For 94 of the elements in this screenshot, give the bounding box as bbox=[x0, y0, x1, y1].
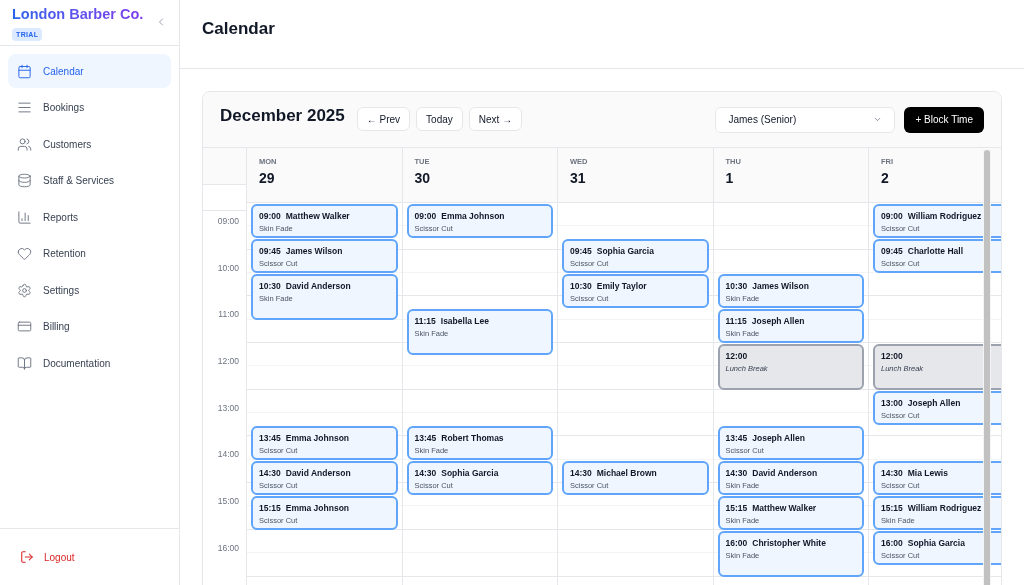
event-time: 13:45 bbox=[725, 431, 748, 444]
event-time: 09:45 bbox=[259, 245, 281, 257]
sidebar-item[interactable]: Customers bbox=[8, 127, 171, 161]
event-time: 13:00 bbox=[881, 396, 903, 409]
event-time: 14:30 bbox=[259, 466, 281, 479]
customer-name: Joseph Allen bbox=[752, 431, 805, 444]
customer-name: Emily Taylor bbox=[596, 280, 647, 293]
next-button[interactable]: Next → bbox=[468, 107, 523, 131]
customer-name: James Wilson bbox=[285, 245, 343, 257]
hour-label: 09:00 bbox=[217, 215, 239, 228]
event-time: 12:00 bbox=[725, 350, 749, 363]
database-icon bbox=[17, 173, 32, 188]
prev-button[interactable]: ← Prev bbox=[356, 107, 411, 131]
customer-name: Joseph Allen bbox=[907, 396, 961, 409]
event-time: 14:30 bbox=[881, 466, 903, 479]
page-title: Calendar bbox=[202, 18, 275, 40]
hour-label: 13:00 bbox=[217, 401, 239, 415]
card-icon bbox=[17, 319, 32, 334]
sidebar-item[interactable]: Billing bbox=[8, 309, 171, 344]
customer-name: Isabella Lee bbox=[440, 315, 489, 328]
hour-label: 15:00 bbox=[217, 495, 239, 508]
event-time: 11:15 bbox=[725, 315, 747, 328]
day-number: 31 bbox=[570, 169, 587, 187]
event-time: 11:15 bbox=[414, 315, 436, 328]
event-time: 10:30 bbox=[725, 280, 748, 293]
customer-name: Emma Johnson bbox=[285, 431, 350, 444]
customer-name: William Rodriguez bbox=[907, 210, 982, 222]
event-time: 15:15 bbox=[725, 501, 748, 514]
customer-name: Emma Johnson bbox=[441, 210, 505, 222]
customer-name: David Anderson bbox=[285, 466, 351, 479]
event-time: 15:15 bbox=[259, 501, 281, 514]
sidebar-item[interactable]: Staff & Services bbox=[8, 163, 171, 198]
sidebar-item[interactable]: Documentation bbox=[8, 346, 171, 380]
hour-label: 14:00 bbox=[217, 448, 239, 462]
customer-name: Matthew Walker bbox=[285, 210, 350, 222]
customer-name: Mia Lewis bbox=[907, 466, 948, 479]
hour-label: 12:00 bbox=[217, 355, 239, 368]
chevron-down-icon bbox=[873, 115, 883, 124]
book-icon bbox=[17, 355, 32, 371]
event-time: 14:30 bbox=[570, 466, 592, 479]
event-time: 16:00 bbox=[725, 536, 748, 549]
customer-name: Matthew Walker bbox=[752, 501, 817, 514]
event-time: 13:45 bbox=[414, 431, 437, 444]
customer-name: Robert Thomas bbox=[441, 431, 504, 444]
staff-select[interactable]: James (Senior) bbox=[715, 106, 896, 133]
block-time-button[interactable]: + Block Time bbox=[904, 106, 984, 133]
logout-icon bbox=[20, 550, 34, 564]
users-icon bbox=[17, 136, 32, 152]
sidebar-item[interactable]: Reports bbox=[8, 200, 171, 234]
event-time: 14:30 bbox=[725, 466, 748, 479]
heart-icon bbox=[17, 246, 32, 261]
event-time: 09:00 bbox=[259, 210, 281, 222]
list-icon bbox=[17, 100, 32, 115]
event-time: 09:45 bbox=[570, 245, 592, 257]
event-time: 14:30 bbox=[414, 466, 437, 479]
customer-name: William Rodriguez bbox=[907, 501, 982, 514]
event-time: 09:00 bbox=[414, 210, 437, 222]
sidebar-item[interactable]: Retention bbox=[8, 236, 171, 271]
sidebar-item[interactable]: Bookings bbox=[8, 90, 171, 125]
event-time: 10:30 bbox=[570, 280, 592, 293]
customer-name: Michael Brown bbox=[596, 466, 657, 479]
customer-name: James Wilson bbox=[752, 280, 809, 293]
event-time: 12:00 bbox=[881, 350, 904, 363]
hour-label: 10:00 bbox=[217, 261, 239, 275]
hour-label: 16:00 bbox=[217, 541, 239, 555]
day-number: 1 bbox=[725, 169, 735, 187]
event-time: 09:45 bbox=[881, 245, 903, 257]
customer-name: Joseph Allen bbox=[751, 315, 805, 328]
hour-label: 11:00 bbox=[218, 308, 239, 322]
customer-name: Charlotte Hall bbox=[907, 245, 963, 257]
customer-name: Emma Johnson bbox=[285, 501, 350, 514]
customer-name: Sophia Garcia bbox=[907, 536, 965, 549]
event-time: 13:45 bbox=[259, 431, 281, 444]
calendar-icon bbox=[17, 63, 32, 79]
sidebar-item[interactable]: Calendar bbox=[8, 54, 171, 88]
customer-name: Sophia Garcia bbox=[596, 245, 654, 257]
month-title: December 2025 bbox=[220, 105, 345, 128]
event-time: 15:15 bbox=[881, 501, 903, 514]
event-time: 16:00 bbox=[881, 536, 903, 549]
customer-name: Sophia Garcia bbox=[441, 466, 499, 479]
logout-button[interactable]: Logout bbox=[20, 549, 75, 565]
customer-name: David Anderson bbox=[285, 280, 351, 293]
scrollbar[interactable] bbox=[983, 150, 991, 585]
sidebar-item[interactable]: Settings bbox=[8, 273, 171, 307]
day-number: 29 bbox=[259, 169, 276, 187]
customer-name: Christopher White bbox=[752, 536, 826, 549]
event-time: 09:00 bbox=[881, 210, 903, 222]
settings-icon bbox=[17, 282, 32, 298]
day-number: 2 bbox=[881, 169, 890, 187]
bar-chart-icon bbox=[17, 209, 32, 225]
customer-name: David Anderson bbox=[752, 466, 818, 479]
today-button[interactable]: Today bbox=[416, 107, 463, 131]
day-number: 30 bbox=[414, 169, 432, 187]
event-time: 10:30 bbox=[259, 280, 281, 293]
